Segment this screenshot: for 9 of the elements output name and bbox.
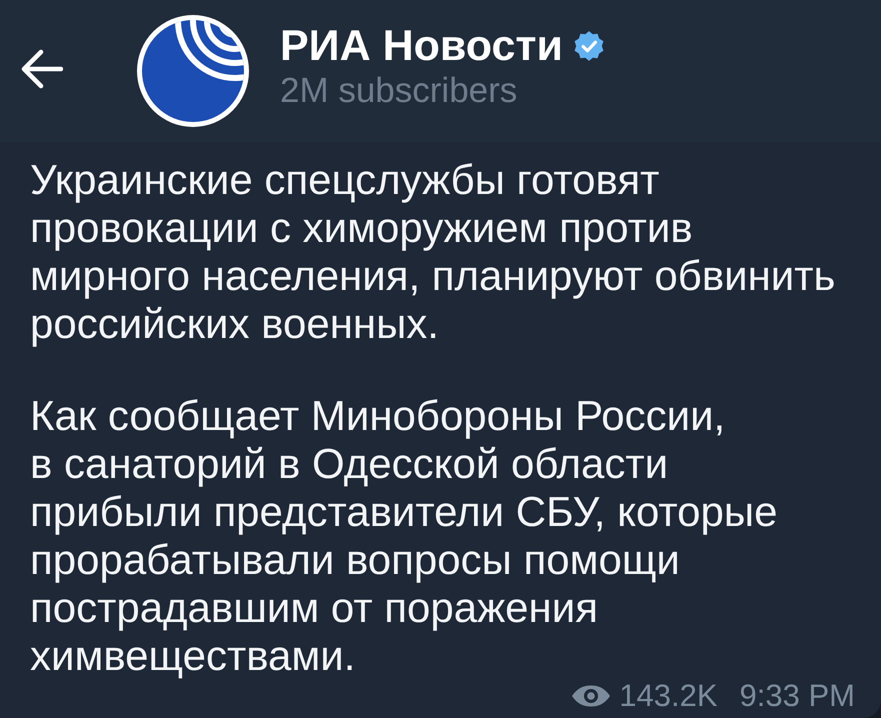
- message-paragraph: Украинские спецслужбы готовят провокации с химоружием против мирного населения, планируют обвинить российских военных.: [30, 156, 836, 348]
- back-arrow-icon[interactable]: [21, 49, 63, 89]
- message-paragraph: Как сообщает Минобороны России, в санаторий в Одесской области прибыли представители СБУ, которые прорабатывали вопросы помощи пострадавшим от поражения химвеществами.: [30, 392, 778, 680]
- channel-name: РИА Новости: [280, 21, 563, 71]
- views-eye-icon: [571, 685, 612, 707]
- message-time: 9:33 PM: [740, 680, 855, 712]
- view-count: 143.2K: [619, 680, 718, 712]
- subscriber-count: 2M subscribers: [280, 71, 518, 111]
- avatar-logo-icon[interactable]: [137, 15, 249, 127]
